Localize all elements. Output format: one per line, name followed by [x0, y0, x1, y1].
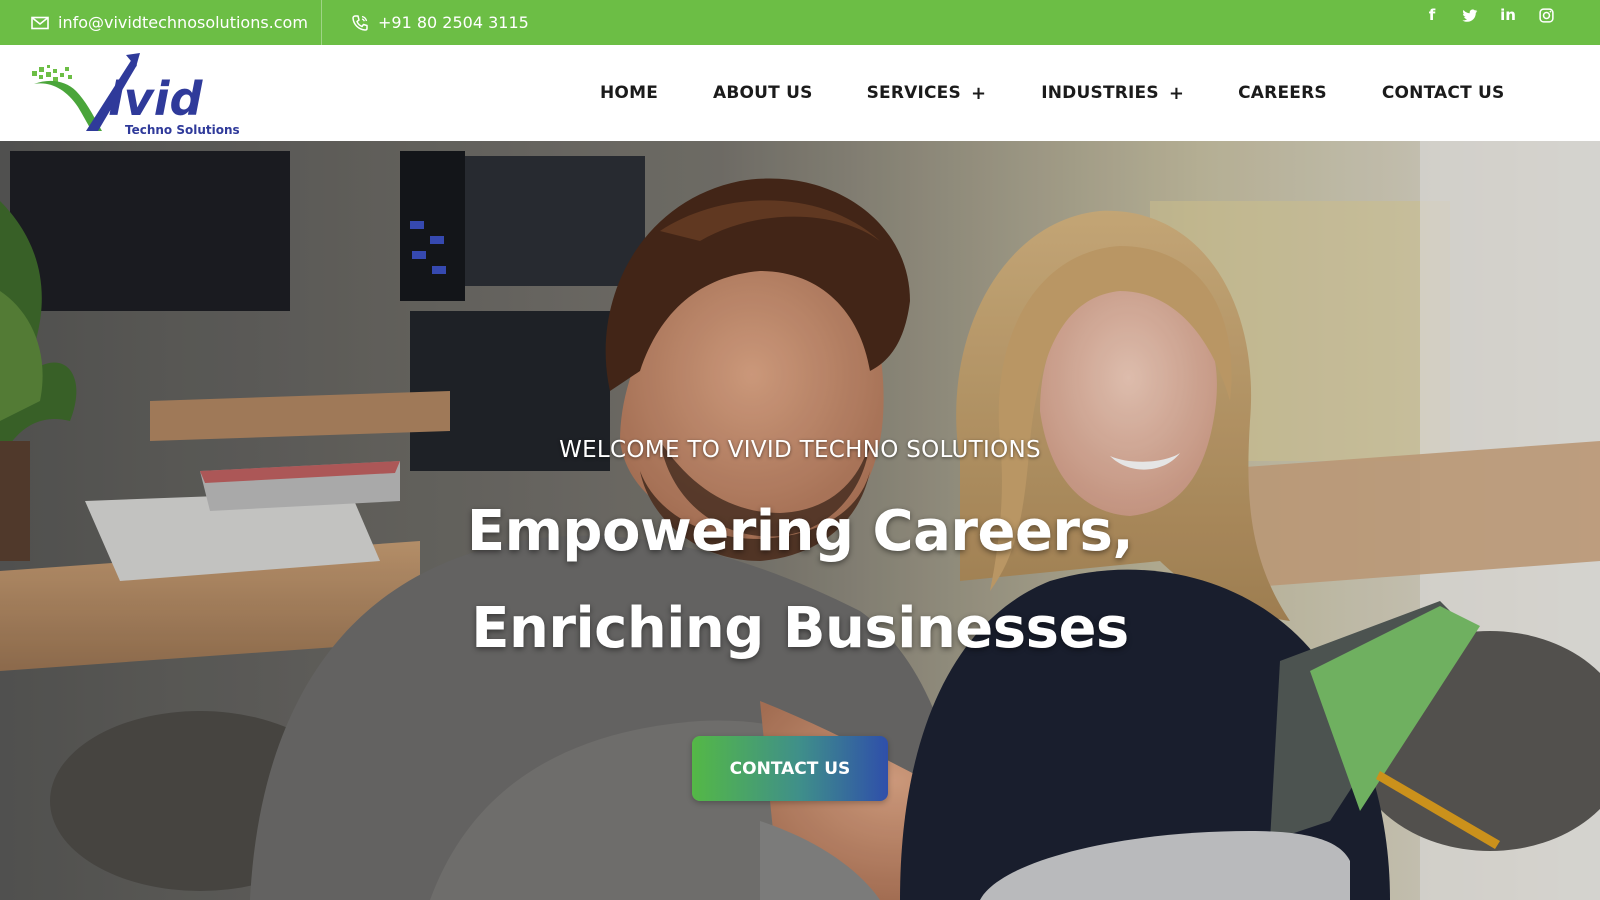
nav-contact-label: CONTACT US: [1381, 83, 1505, 103]
nav-home-label: HOME: [600, 83, 659, 103]
envelope-icon: [31, 16, 49, 29]
phone-contact[interactable]: +91 80 2504 3115: [350, 0, 529, 45]
plus-icon[interactable]: +: [1169, 83, 1184, 104]
hero-headline-line2: Enriching Businesses: [471, 596, 1129, 661]
nav-contact-us[interactable]: CONTACT US: [1382, 45, 1505, 141]
plus-icon[interactable]: +: [971, 83, 986, 104]
main-navigation: HOME ABOUT US SERVICES + INDUSTRIES + CA…: [600, 45, 1504, 141]
phone-text[interactable]: +91 80 2504 3115: [378, 13, 529, 32]
nav-services[interactable]: SERVICES +: [867, 45, 987, 141]
nav-services-label: SERVICES: [866, 83, 961, 103]
nav-careers-label: CAREERS: [1238, 83, 1327, 103]
site-header: ivid Techno Solutions HOME ABOUT US SERV…: [0, 45, 1600, 141]
nav-home[interactable]: HOME: [600, 45, 658, 141]
vivid-logo[interactable]: ivid Techno Solutions: [28, 51, 248, 137]
hero-banner: WELCOME TO VIVID TECHNO SOLUTIONS Empowe…: [0, 141, 1600, 900]
phone-icon: [352, 14, 368, 31]
logo-wordmark: ivid: [108, 72, 204, 126]
email-text[interactable]: info@vividtechnosolutions.com: [58, 13, 308, 32]
twitter-icon[interactable]: [1460, 5, 1480, 25]
logo-graphic: ivid Techno Solutions: [32, 53, 240, 137]
contact-us-button[interactable]: CONTACT US: [692, 736, 888, 801]
nav-about-label: ABOUT US: [713, 83, 813, 103]
facebook-icon[interactable]: f: [1422, 5, 1442, 25]
nav-industries[interactable]: INDUSTRIES +: [1041, 45, 1184, 141]
instagram-icon[interactable]: [1536, 5, 1556, 25]
top-contact-bar: info@vividtechnosolutions.com +91 80 250…: [0, 0, 1600, 45]
linkedin-icon[interactable]: in: [1498, 5, 1518, 25]
social-links: f in: [1422, 0, 1556, 30]
hero-welcome-text: WELCOME TO VIVID TECHNO SOLUTIONS: [559, 437, 1041, 463]
logo-tagline: Techno Solutions: [125, 123, 240, 137]
topbar-divider: [321, 0, 322, 45]
contact-us-button-label: CONTACT US: [729, 758, 851, 779]
nav-careers[interactable]: CAREERS: [1238, 45, 1327, 141]
hero-headline-line1: Empowering Careers,: [466, 499, 1134, 564]
nav-about-us[interactable]: ABOUT US: [713, 45, 813, 141]
nav-industries-label: INDUSTRIES: [1041, 83, 1159, 103]
email-contact[interactable]: info@vividtechnosolutions.com: [30, 0, 308, 45]
